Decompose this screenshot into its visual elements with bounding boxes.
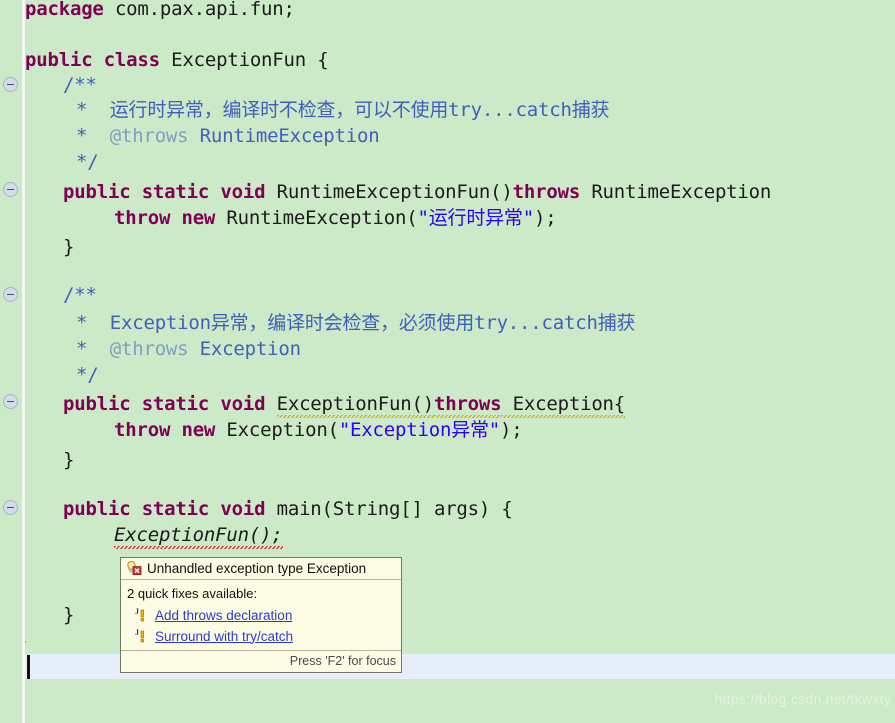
doc-star: * — [76, 338, 88, 360]
runtime-stmt-end: ); — [533, 207, 557, 229]
code-line-runtime-signature[interactable]: public static void RuntimeExceptionFun()… — [63, 180, 771, 205]
keyword-static: static — [141, 393, 210, 415]
class-name: ExceptionFun { — [171, 49, 329, 71]
code-line-doc-text-2[interactable]: * Exception异常，编译时会检查，必须使用try...catch捕获 — [76, 311, 636, 336]
code-line-main-signature[interactable]: public static void main(String[] args) { — [63, 497, 513, 522]
code-line-exception-throw[interactable]: throw new Exception("Exception异常"); — [114, 418, 523, 443]
error-quickfix-icon — [126, 560, 142, 576]
closing-brace: } — [63, 236, 75, 258]
doc-tag-throws: @throws — [109, 338, 189, 360]
tooltip-body: 2 quick fixes available: J Add throws de… — [121, 580, 401, 651]
doc-runtime-exception: RuntimeException — [199, 125, 380, 147]
doc-open: /** — [63, 74, 97, 96]
keyword-new: new — [181, 207, 216, 229]
runtime-throws-type: RuntimeException — [591, 181, 772, 203]
runtime-ctor: RuntimeException( — [226, 207, 418, 229]
code-line-main-close[interactable]: } — [63, 603, 74, 628]
code-line-doc-close-2[interactable]: */ — [76, 363, 99, 388]
package-name: com.pax.api.fun; — [114, 0, 295, 20]
keyword-public: public — [63, 498, 131, 520]
keyword-static: static — [141, 498, 210, 520]
doc-star: * — [76, 312, 88, 334]
code-line-doc-open-2[interactable]: /** — [63, 283, 97, 308]
code-line-exception-close[interactable]: } — [63, 448, 74, 473]
quick-fix-label[interactable]: Add throws declaration — [155, 608, 292, 623]
watermark-url: https://blog.csdn.net/tkwxty — [714, 691, 891, 707]
doc-exception-text: Exception异常，编译时会检查，必须使用try...catch捕获 — [109, 312, 636, 334]
keyword-void: void — [220, 181, 266, 203]
code-line-doc-close-1[interactable]: */ — [76, 150, 99, 175]
code-line-runtime-throw[interactable]: throw new RuntimeException("运行时异常"); — [114, 206, 557, 231]
code-line-class-decl[interactable]: public class ExceptionFun { — [25, 48, 329, 73]
code-line-doc-throws-1[interactable]: * @throws RuntimeException — [76, 124, 380, 149]
text-caret — [27, 655, 30, 679]
runtime-message-string: "运行时异常" — [417, 207, 534, 229]
doc-close: */ — [76, 151, 99, 173]
tooltip-footer: Press 'F2' for focus — [121, 651, 401, 672]
code-line-runtime-close[interactable]: } — [63, 235, 74, 260]
fold-marker-exception-method[interactable] — [3, 394, 18, 409]
code-line-doc-throws-2[interactable]: * @throws Exception — [76, 337, 301, 362]
svg-text:J: J — [135, 628, 139, 637]
closing-brace: } — [63, 604, 75, 626]
doc-star: * — [76, 99, 88, 121]
fold-marker-runtime-method[interactable] — [3, 182, 18, 197]
runtime-method-name: RuntimeExceptionFun() — [276, 181, 513, 203]
keyword-public: public — [25, 49, 93, 71]
keyword-void: void — [220, 393, 266, 415]
closing-brace: } — [63, 449, 75, 471]
keyword-void: void — [220, 498, 266, 520]
keyword-throw: throw — [114, 419, 171, 441]
keyword-public: public — [63, 181, 131, 203]
doc-open: /** — [63, 284, 97, 306]
tooltip-header: Unhandled exception type Exception — [121, 558, 401, 580]
exception-stmt-end: ); — [500, 419, 523, 441]
keyword-throws: throws — [512, 181, 581, 203]
doc-exception-type: Exception — [199, 338, 301, 360]
quick-fix-tooltip[interactable]: Unhandled exception type Exception 2 qui… — [120, 557, 402, 673]
code-line-doc-text-1[interactable]: * 运行时异常，编译时不检查，可以不使用try...catch捕获 — [76, 98, 610, 123]
code-line-package[interactable]: package com.pax.api.fun; — [25, 0, 295, 22]
exception-throws-type: Exception{ — [512, 393, 625, 418]
exception-message-string: "Exception异常" — [338, 419, 501, 441]
quick-fix-count-label: 2 quick fixes available: — [127, 586, 258, 601]
keyword-package: package — [25, 0, 104, 20]
quick-fix-item-add-throws[interactable]: J Add throws declaration — [135, 607, 395, 623]
keyword-public: public — [63, 393, 131, 415]
exception-ctor: Exception( — [226, 419, 339, 441]
unhandled-exception-call[interactable]: ExceptionFun(); — [114, 524, 283, 552]
code-line-main-call[interactable]: ExceptionFun(); — [114, 523, 283, 552]
fold-marker-exception-doc[interactable] — [3, 287, 18, 302]
code-line-exception-signature[interactable]: public static void ExceptionFun()throws … — [63, 392, 625, 418]
code-line-doc-open-1[interactable]: /** — [63, 73, 97, 98]
doc-tag-throws: @throws — [109, 125, 189, 147]
main-method-name: main(String[] args) { — [276, 498, 513, 520]
tooltip-footer-label: Press 'F2' for focus — [289, 654, 396, 668]
java-warning-icon: J — [135, 607, 149, 623]
keyword-throw: throw — [114, 207, 171, 229]
doc-runtime-text: 运行时异常，编译时不检查，可以不使用try...catch捕获 — [109, 99, 610, 121]
tooltip-header-label: Unhandled exception type Exception — [147, 560, 367, 576]
doc-close: */ — [76, 364, 99, 386]
java-warning-icon: J — [135, 628, 149, 644]
eclipse-java-editor: package com.pax.api.fun; public class Ex… — [0, 0, 895, 723]
gutter-separator — [22, 0, 25, 723]
fold-marker-class[interactable] — [3, 77, 18, 92]
quick-fix-item-surround-try-catch[interactable]: J Surround with try/catch — [135, 628, 395, 644]
editor-gutter[interactable] — [0, 0, 22, 723]
keyword-static: static — [141, 181, 210, 203]
keyword-new: new — [181, 419, 216, 441]
quick-fix-label[interactable]: Surround with try/catch — [155, 629, 293, 644]
fold-marker-main-method[interactable] — [3, 500, 18, 515]
keyword-class: class — [103, 49, 160, 71]
svg-text:J: J — [135, 607, 139, 616]
doc-star: * — [76, 125, 88, 147]
keyword-throws: throws — [433, 393, 502, 418]
exception-method-name: ExceptionFun() — [276, 393, 434, 418]
